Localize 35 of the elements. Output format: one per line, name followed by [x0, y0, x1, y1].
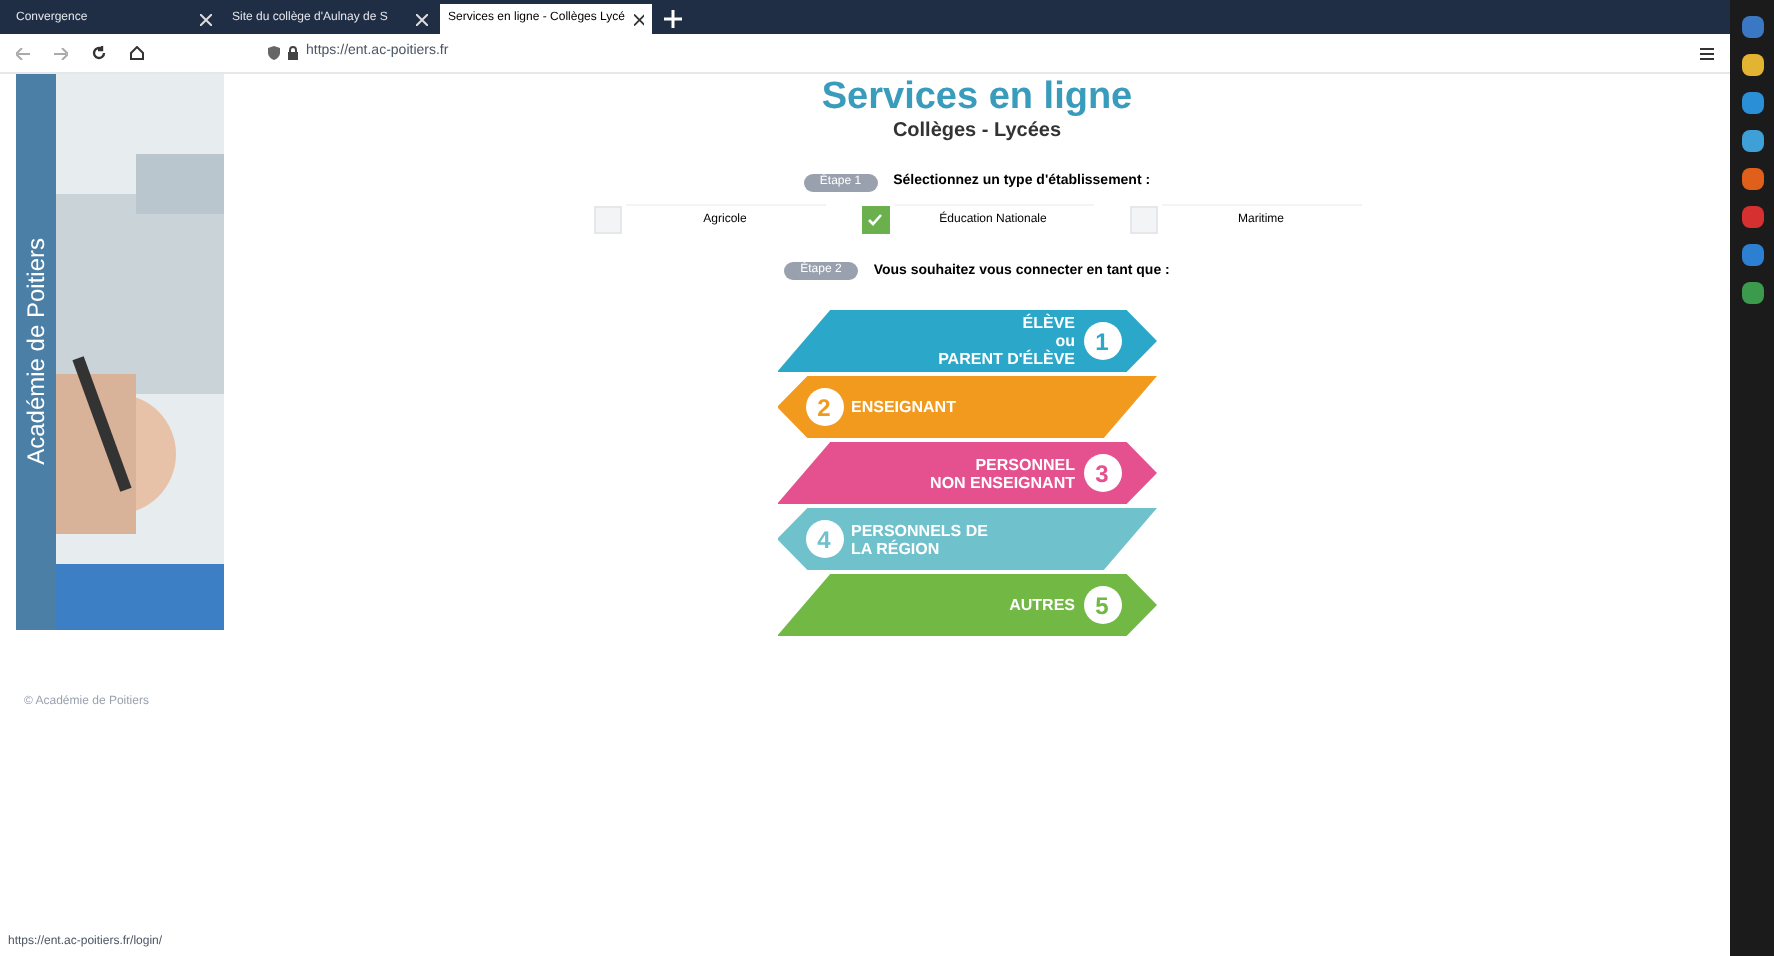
app-icon[interactable]: [1741, 130, 1763, 152]
profile-number: 1: [1083, 322, 1121, 360]
sidebar-title: Académie de Poitiers: [20, 238, 52, 466]
profile-label: PERSONNEL: [975, 455, 1075, 473]
check-icon: [868, 214, 882, 226]
page-subtitle: Collèges - Lycées: [892, 120, 1062, 142]
profile-number: 3: [1083, 454, 1121, 492]
app-icon[interactable]: [1741, 168, 1763, 190]
profile-label: PERSONNELS DE: [851, 521, 988, 539]
plus-icon[interactable]: [664, 10, 682, 28]
home-icon[interactable]: [130, 46, 144, 60]
checkbox[interactable]: [861, 206, 889, 234]
menu-icon[interactable]: [1700, 47, 1714, 59]
shield-icon: [268, 46, 280, 60]
profile-label: ou: [1055, 332, 1075, 350]
app-icon[interactable]: [1741, 244, 1763, 266]
lock-icon: [288, 46, 298, 60]
checkbox[interactable]: [1129, 206, 1157, 234]
close-icon[interactable]: [633, 13, 644, 25]
profile-label: AUTRES: [1009, 596, 1075, 614]
profile-label: NON ENSEIGNANT: [930, 473, 1075, 491]
app-icon[interactable]: [1741, 16, 1763, 38]
checkbox[interactable]: [593, 206, 621, 234]
profile-number: 5: [1083, 586, 1121, 624]
app-icon[interactable]: [1741, 92, 1763, 114]
app-icon[interactable]: [1741, 54, 1763, 76]
reload-icon[interactable]: [92, 46, 106, 60]
profile-label: ÉLÈVE: [1022, 314, 1075, 332]
profile-number: 4: [805, 520, 843, 558]
page-title: Services en ligne: [821, 76, 1133, 120]
profile-label: LA RÉGION: [851, 539, 940, 557]
profile-label: PARENT D'ÉLÈVE: [938, 350, 1075, 368]
app-icon[interactable]: [1741, 282, 1763, 304]
profile-number: 2: [805, 388, 843, 426]
profile-label: ENSEIGNANT: [851, 398, 956, 416]
